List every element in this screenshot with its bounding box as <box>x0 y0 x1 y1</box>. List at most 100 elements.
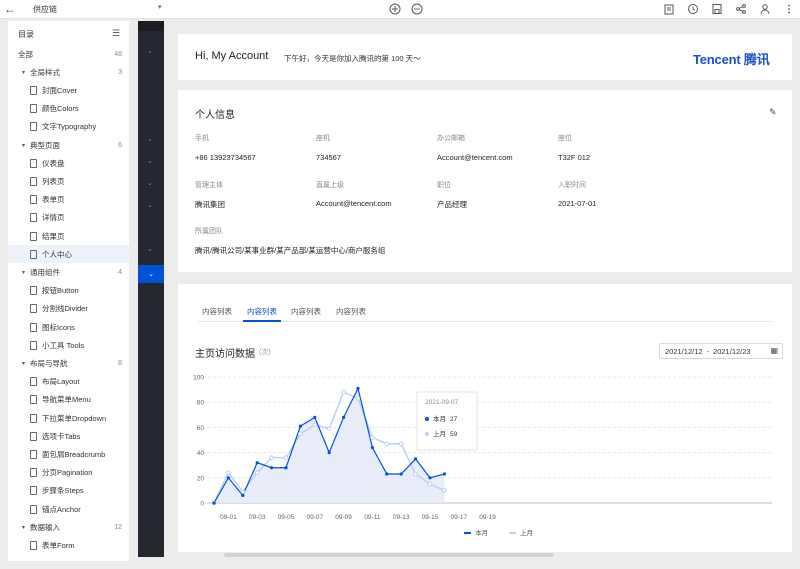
document-icon <box>30 377 37 387</box>
data-point-last-month <box>398 441 404 447</box>
outline-item[interactable]: 分页Pagination <box>8 464 129 482</box>
save-icon[interactable] <box>710 2 724 16</box>
outline-item[interactable]: ▾ 全局样式 3 <box>8 63 129 81</box>
expand-arrow-icon[interactable]: ▾ <box>22 269 25 276</box>
document-icon <box>30 504 37 514</box>
outline-item[interactable]: 详情页 <box>8 209 129 227</box>
document-icon <box>30 85 37 95</box>
outline-item[interactable]: 锚点Anchor <box>8 500 129 518</box>
legend-label-this-month: 本月 <box>475 528 488 537</box>
y-tick-label: 80 <box>197 400 205 407</box>
outline-item[interactable]: 表单Form <box>8 536 129 554</box>
outline-item[interactable]: 仪表盘 <box>8 154 129 172</box>
data-point-this-month <box>255 461 259 465</box>
tooltip-swatch-this-month <box>425 417 429 421</box>
outline-item[interactable]: 图标Icons <box>8 318 129 336</box>
outline-item[interactable]: 布局Layout <box>8 373 129 391</box>
tooltip-date: 2021-09-07 <box>425 399 459 406</box>
chevron-down-icon[interactable]: ⌄ <box>147 157 153 165</box>
comment-icon[interactable] <box>410 2 424 16</box>
document-icon <box>30 286 37 296</box>
chevron-down-icon[interactable]: ⌄ <box>147 179 153 187</box>
outline-item-label: 结果页 <box>42 231 65 241</box>
outline-item-label: 颜色Colors <box>42 104 79 114</box>
add-icon[interactable] <box>388 2 402 16</box>
legend-swatch-this-month <box>464 532 471 534</box>
outline-item[interactable]: 小工具 Tools <box>8 336 129 354</box>
share-icon[interactable] <box>734 2 748 16</box>
field-label: 办公邮箱 <box>437 135 465 142</box>
outline-item[interactable]: 步骤条Steps <box>8 482 129 500</box>
back-arrow-icon[interactable]: ← <box>4 2 16 16</box>
outline-item-label: 个人中心 <box>42 249 72 259</box>
chevron-down-icon[interactable]: ⌄ <box>147 135 153 143</box>
data-point-this-month <box>270 466 274 470</box>
data-point-this-month <box>212 501 216 505</box>
outline-item[interactable]: ▾ 通用组件 4 <box>8 263 129 281</box>
outline-item-label: 通用组件 <box>30 267 60 277</box>
data-point-this-month <box>370 445 374 450</box>
x-tick-label: 09-01 <box>220 514 237 521</box>
outline-item[interactable]: 表单页 <box>8 191 129 209</box>
data-point-last-month <box>384 441 390 447</box>
data-point-this-month <box>284 466 288 470</box>
chevron-down-icon[interactable]: ⌄ <box>147 245 153 253</box>
side-nav-active-item[interactable]: ⌄ <box>138 265 164 283</box>
outline-item[interactable]: 列表页 <box>8 172 129 190</box>
more-icon[interactable] <box>782 2 796 16</box>
outline-item-label: 数据输入 <box>30 522 60 532</box>
data-point-last-month <box>442 488 447 493</box>
outline-item-count: 48 <box>114 50 122 58</box>
outline-item-label: 按钮Button <box>42 286 79 296</box>
x-tick-label: 09-11 <box>364 514 381 521</box>
expand-arrow-icon[interactable]: ▾ <box>22 360 25 367</box>
document-icon <box>30 340 37 350</box>
outline-item[interactable]: 下拉菜单Dropdown <box>8 409 129 427</box>
expand-arrow-icon[interactable]: ▾ <box>22 142 25 149</box>
outline-item[interactable]: 分割线Divider <box>8 300 129 318</box>
field-label: 所属团队 <box>195 228 223 235</box>
document-icon <box>30 195 37 205</box>
chevron-down-icon[interactable]: ⌄ <box>147 47 153 55</box>
outline-item[interactable]: 全部 48 <box>8 45 129 63</box>
user-icon[interactable] <box>758 2 772 16</box>
outline-item-count: 12 <box>114 523 122 531</box>
outline-item[interactable]: ▾ 数据输入 12 <box>8 518 129 536</box>
series-area-this-month <box>214 388 445 503</box>
document-icon <box>30 431 37 441</box>
x-tick-label: 09-07 <box>306 514 323 521</box>
outline-item[interactable]: 结果页 <box>8 227 129 245</box>
outline-item[interactable]: 面包屑Breadcrumb <box>8 445 129 463</box>
title-dropdown-icon[interactable]: ▾ <box>158 3 162 11</box>
expand-arrow-icon[interactable]: ▾ <box>22 69 25 76</box>
outline-item[interactable]: 选项卡Tabs <box>8 427 129 445</box>
profile-card: 个人信息 ✎ 手机 +86 13923734567 座机 734567 办公邮箱… <box>178 90 792 272</box>
edit-icon[interactable]: ✎ <box>769 107 777 118</box>
outline-item[interactable]: 文字Typography <box>8 118 129 136</box>
document-title[interactable]: 供应链 <box>33 4 57 15</box>
collapse-outline-icon[interactable]: ☰ <box>112 28 120 39</box>
outline-item[interactable]: 按钮Button <box>8 282 129 300</box>
field-value: 产品经理 <box>437 200 467 209</box>
horizontal-scrollbar[interactable] <box>224 553 554 557</box>
chevron-down-icon[interactable]: ⌄ <box>147 201 153 209</box>
x-tick-label: 09-15 <box>422 514 439 521</box>
legend-label-last-month: 上月 <box>520 528 533 537</box>
history-icon[interactable] <box>686 2 700 16</box>
outline-item[interactable]: ▾ 典型页面 6 <box>8 136 129 154</box>
outline-item[interactable]: ▾ 布局与导航 8 <box>8 354 129 372</box>
outline-item[interactable]: 封面Cover <box>8 81 129 99</box>
data-point-this-month <box>298 424 302 428</box>
outline-item[interactable]: 导航菜单Menu <box>8 391 129 409</box>
document-icon <box>30 468 37 478</box>
data-point-this-month <box>313 415 317 419</box>
outline-item-label: 下拉菜单Dropdown <box>42 413 107 423</box>
expand-arrow-icon[interactable]: ▾ <box>22 524 25 531</box>
outline-item-label: 选项卡Tabs <box>42 431 81 441</box>
outline-item-label: 表单Form <box>42 540 75 550</box>
outline-item[interactable]: 个人中心 <box>8 245 129 264</box>
clipboard-icon[interactable] <box>662 2 676 16</box>
data-point-last-month <box>312 422 318 428</box>
outline-item[interactable]: 颜色Colors <box>8 100 129 118</box>
field-label: 座机 <box>316 135 330 142</box>
